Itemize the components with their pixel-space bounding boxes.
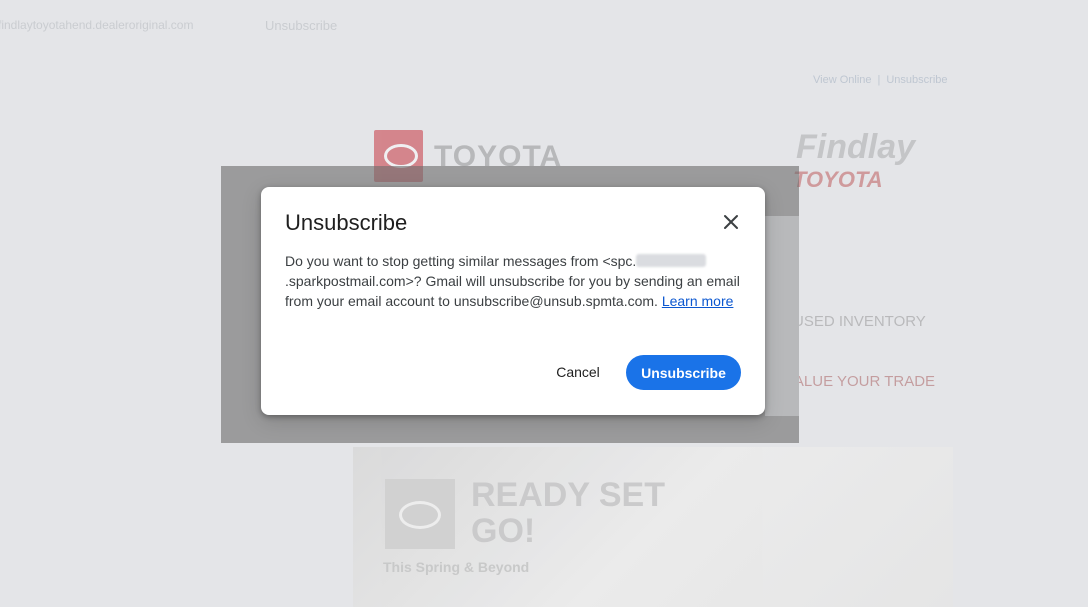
- sender-address: findlaytoyotahend.dealeroriginal.com: [0, 18, 194, 32]
- dialog-title: Unsubscribe: [285, 210, 408, 235]
- unsubscribe-button[interactable]: Unsubscribe: [626, 355, 741, 390]
- close-button[interactable]: [716, 207, 746, 237]
- top-unsubscribe-link[interactable]: Unsubscribe: [265, 18, 337, 33]
- email-unsubscribe-link[interactable]: Unsubscribe: [886, 74, 947, 86]
- nav-value-trade[interactable]: VALUE YOUR TRADE: [785, 373, 935, 390]
- findlay-logo: Findlay: [796, 128, 916, 166]
- hero-banner[interactable]: READY SET GO! This Spring & Beyond: [353, 447, 953, 607]
- link-separator: |: [877, 74, 881, 86]
- cancel-button[interactable]: Cancel: [541, 355, 615, 389]
- close-icon: [724, 215, 738, 229]
- findlay-logo-sub: TOYOTA: [793, 167, 883, 192]
- hero-title: READY SET GO!: [471, 476, 665, 550]
- dialog-message: Do you want to stop getting similar mess…: [285, 251, 745, 311]
- hero-toyota-logo: [385, 479, 455, 549]
- email-header-links: View Online | Unsubscribe: [810, 74, 951, 86]
- learn-more-link[interactable]: Learn more: [662, 293, 734, 309]
- redacted-text: [636, 254, 707, 267]
- view-online-link[interactable]: View Online: [813, 74, 872, 86]
- unsubscribe-dialog: Unsubscribe Do you want to stop getting …: [261, 187, 765, 415]
- hero-subtitle: This Spring & Beyond: [383, 559, 530, 575]
- message-part1: Do you want to stop getting similar mess…: [285, 253, 637, 269]
- background-panel: [765, 216, 799, 416]
- nav-used-inventory[interactable]: USED INVENTORY: [793, 313, 926, 330]
